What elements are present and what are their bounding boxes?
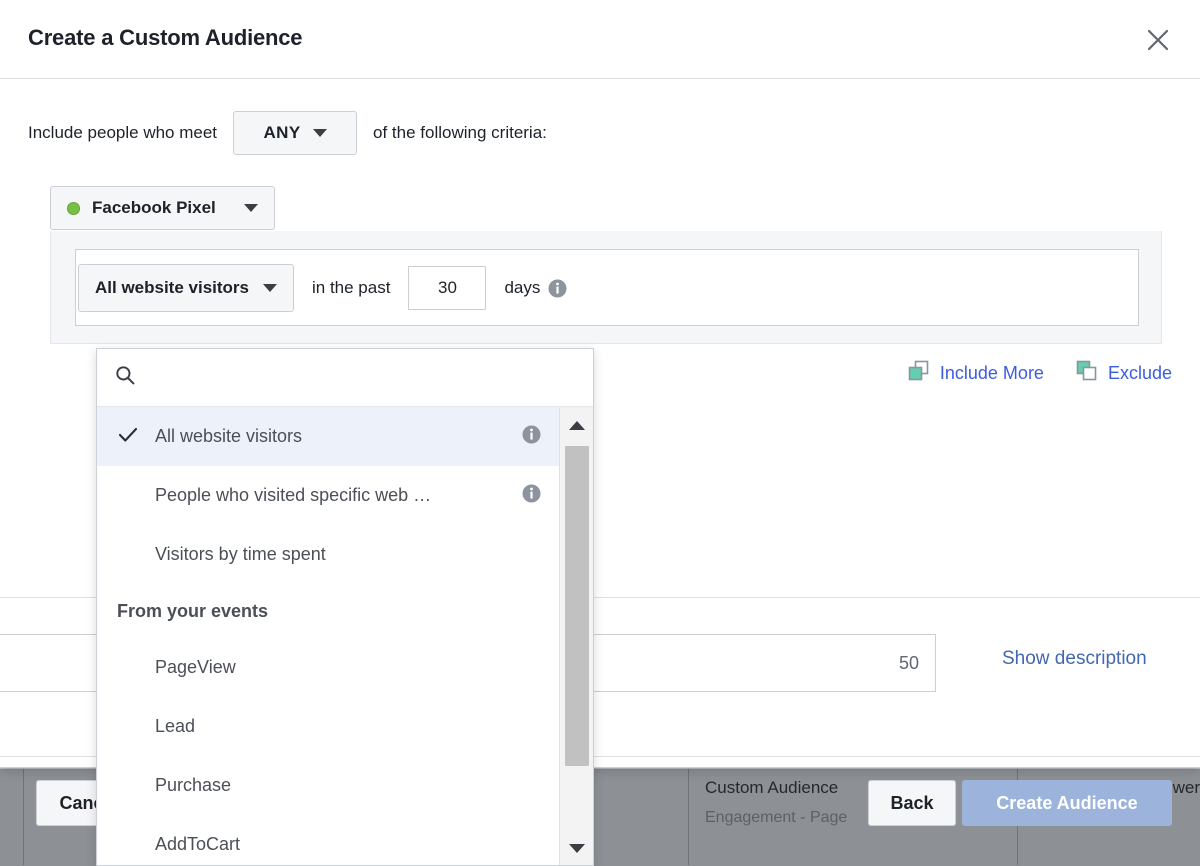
scrollbar-thumb[interactable]	[565, 446, 589, 766]
exclude-label: Exclude	[1107, 363, 1172, 383]
dropdown-option-addtocart[interactable]: AddToCart	[97, 815, 593, 865]
operator-value: ANY	[263, 123, 301, 142]
include-more-button[interactable]: Include More	[908, 360, 1044, 387]
chevron-down-icon	[263, 284, 277, 292]
criteria-suffix: of the following criteria:	[373, 123, 547, 142]
audience-actions: Include More Exclude	[908, 360, 1172, 387]
scroll-down-arrow-icon[interactable]	[560, 831, 593, 865]
info-icon[interactable]	[522, 425, 541, 449]
dropdown-list: All website visitors People who visited …	[97, 407, 593, 865]
pixel-source-dropdown[interactable]: Facebook Pixel	[50, 186, 275, 230]
info-icon[interactable]	[548, 279, 567, 298]
back-button[interactable]: Back	[868, 780, 956, 826]
modal-header: Create a Custom Audience	[0, 0, 1200, 79]
operator-dropdown[interactable]: ANY	[233, 111, 358, 155]
visitor-type-value: All website visitors	[95, 278, 249, 297]
dropdown-scrollbar[interactable]	[559, 408, 593, 865]
criteria-row: Include people who meet ANY of the follo…	[28, 111, 547, 155]
dropdown-option-specific-webpages[interactable]: People who visited specific web …	[97, 466, 593, 525]
dropdown-option-label: All website visitors	[155, 426, 303, 446]
status-dot-icon	[67, 201, 80, 215]
include-more-icon	[908, 360, 930, 387]
days-label: days	[504, 278, 541, 297]
dropdown-group-header: From your events	[117, 600, 269, 621]
chevron-down-icon	[243, 204, 258, 212]
create-audience-button[interactable]: Create Audience	[962, 780, 1172, 826]
dropdown-option-label: Lead	[155, 716, 196, 736]
dropdown-option-lead[interactable]: Lead	[97, 697, 593, 756]
rule-controls: All website visitors in the past days	[78, 264, 567, 312]
dropdown-search-row	[97, 349, 593, 407]
dropdown-option-visitors-by-time-spent[interactable]: Visitors by time spent	[97, 525, 593, 584]
dropdown-option-label: Purchase	[155, 775, 232, 795]
close-icon[interactable]	[1140, 22, 1176, 58]
retention-days-input[interactable]	[408, 266, 487, 310]
chevron-down-icon	[312, 129, 327, 137]
visitor-type-dropdown[interactable]: All website visitors	[78, 264, 294, 312]
dropdown-option-label: AddToCart	[155, 834, 241, 854]
dropdown-option-all-website-visitors[interactable]: All website visitors	[97, 407, 593, 466]
show-description-link[interactable]: Show description	[1002, 648, 1147, 670]
dropdown-search-input[interactable]	[149, 367, 549, 388]
check-icon	[117, 423, 139, 450]
pixel-source-label: Facebook Pixel	[92, 198, 216, 217]
rule-inner-box: All website visitors in the past days	[75, 249, 1139, 326]
exclude-icon	[1076, 360, 1098, 387]
info-icon[interactable]	[522, 484, 541, 508]
dropdown-option-label: PageView	[155, 657, 236, 677]
dropdown-option-pageview[interactable]: PageView	[97, 638, 593, 697]
visitor-type-dropdown-menu: All website visitors People who visited …	[96, 348, 594, 866]
dropdown-option-label: Visitors by time spent	[155, 544, 326, 564]
dropdown-option-label: People who visited specific web …	[155, 485, 432, 505]
search-icon	[115, 365, 135, 390]
include-more-label: Include More	[939, 363, 1044, 383]
exclude-button[interactable]: Exclude	[1076, 360, 1172, 387]
dropdown-option-purchase[interactable]: Purchase	[97, 756, 593, 815]
scroll-up-arrow-icon[interactable]	[560, 408, 593, 442]
rule-panel: All website visitors in the past days	[50, 231, 1162, 344]
criteria-prefix: Include people who meet	[28, 123, 218, 142]
in-the-past-label: in the past	[312, 278, 391, 297]
page-title: Create a Custom Audience	[28, 25, 303, 50]
